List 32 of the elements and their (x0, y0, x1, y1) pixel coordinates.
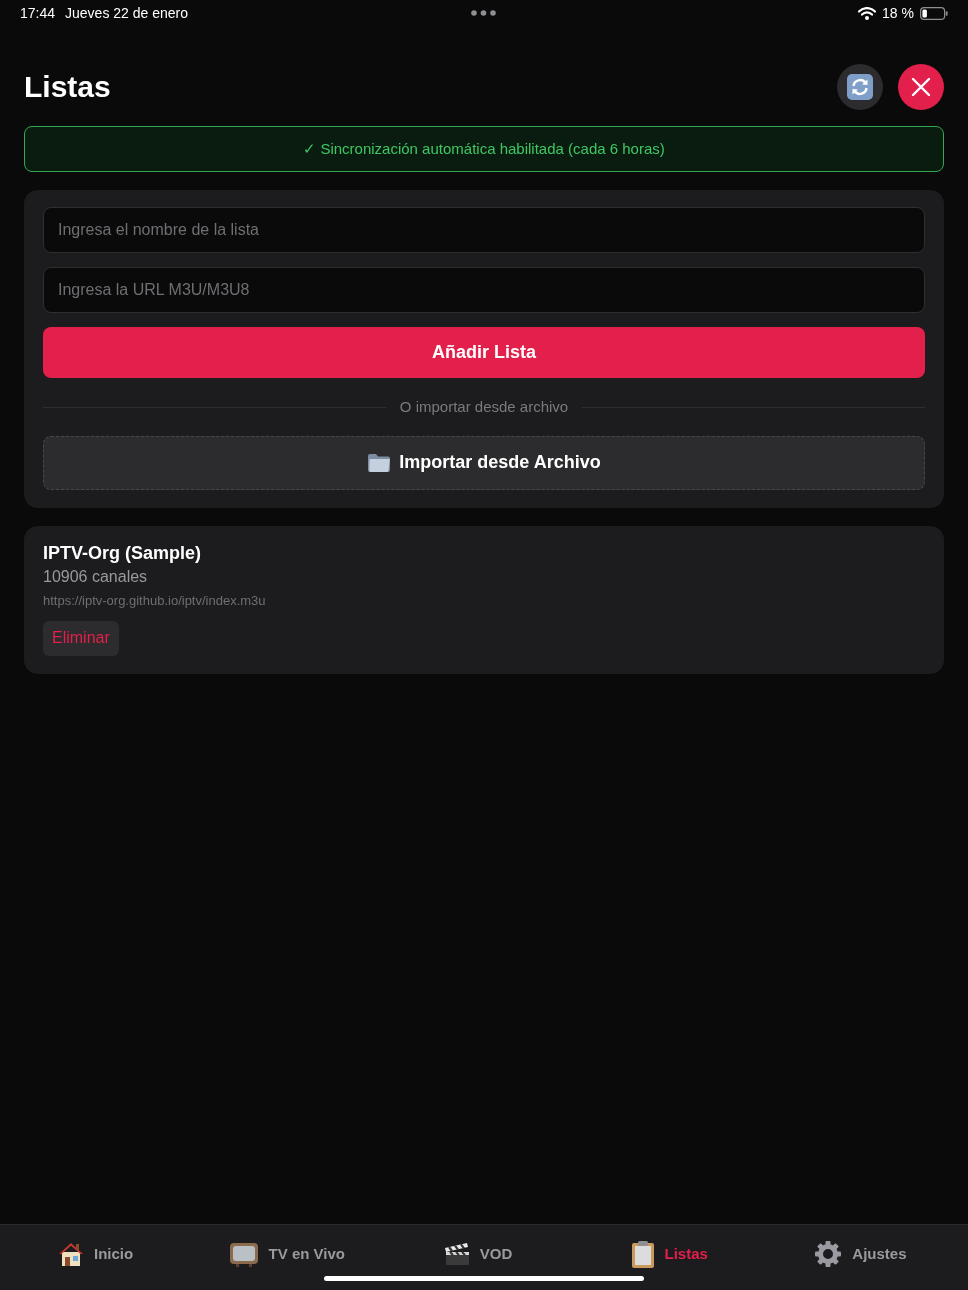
tab-item[interactable]: Listas (630, 1240, 708, 1268)
tab-item[interactable]: VOD (443, 1242, 513, 1266)
add-list-button[interactable]: Añadir Lista (43, 327, 925, 378)
house-icon (58, 1241, 84, 1267)
tab-item[interactable]: Ajustes (814, 1240, 907, 1268)
divider-label: O importar desde archivo (399, 397, 569, 417)
tab-item[interactable]: Inicio (58, 1241, 134, 1267)
sync-status-banner: ✓ Sincronización automática habilitada (cada 6 horas) (24, 126, 944, 172)
import-file-label: Importar desde Archivo (399, 451, 601, 474)
import-file-button[interactable]: Importar desde Archivo (43, 435, 925, 490)
clipboard-icon (630, 1240, 655, 1268)
close-icon (911, 77, 931, 97)
playlist-url: https://iptv-org.github.io/iptv/index.m3u (43, 592, 266, 609)
list-name-field[interactable]: Ingresa el nombre de la lista (43, 207, 925, 253)
clapperboard-icon (443, 1242, 470, 1266)
close-button[interactable] (898, 64, 944, 110)
more-dots-icon[interactable] (471, 10, 497, 16)
channel-count: 10906 canales (43, 566, 148, 587)
wifi-icon (858, 6, 877, 20)
battery-percentage: 18 % (882, 3, 914, 23)
tab-item[interactable]: TV en Vivo (228, 1241, 345, 1267)
url-field[interactable]: Ingresa la URL M3U/M3U8 (43, 267, 925, 313)
status-date: Jueves 22 de enero (65, 3, 189, 23)
folder-icon (367, 452, 392, 473)
refresh-icon (847, 74, 873, 100)
playlist-name: IPTV-Org (Sample) (43, 541, 202, 564)
refresh-button[interactable] (837, 64, 883, 110)
status-time: 17:44 (20, 3, 56, 23)
tv-icon (228, 1241, 259, 1267)
page-title: Listas (24, 72, 111, 102)
battery-icon (920, 6, 948, 20)
gear-icon (814, 1240, 843, 1268)
